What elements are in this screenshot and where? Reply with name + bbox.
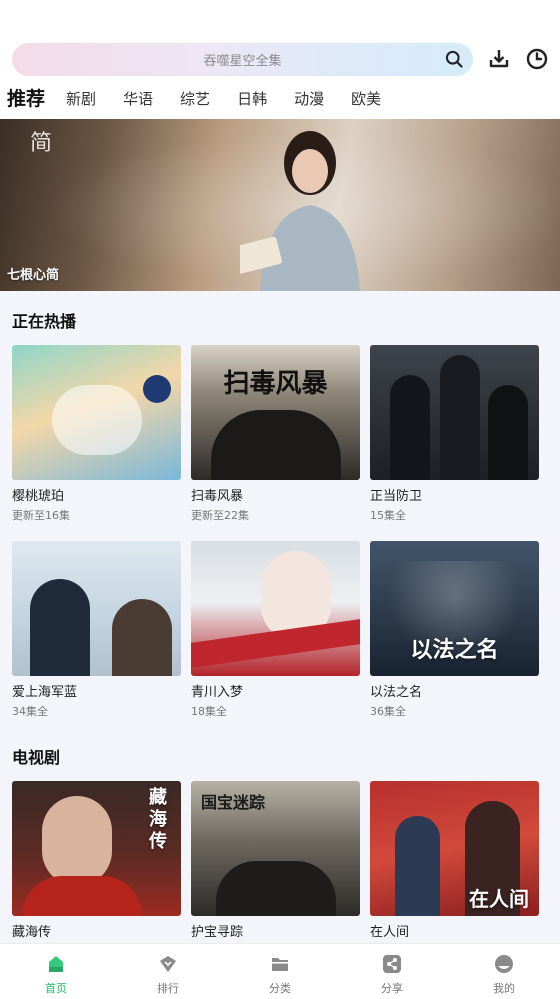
card-status: 36集全: [370, 705, 406, 718]
card-status: 18集全: [191, 705, 227, 718]
nav-label: 分类: [269, 982, 291, 995]
history-clock-icon: [526, 48, 548, 70]
tab-label: 欧美: [351, 89, 382, 108]
tab-label: 华语: [123, 89, 154, 108]
banner-watermark: 简: [30, 131, 53, 156]
tab-jp-kr[interactable]: 日韩: [237, 89, 267, 109]
nav-category[interactable]: 分类: [224, 944, 336, 999]
section-title-tv: 电视剧: [12, 748, 61, 767]
poster-title-text: 在人间: [469, 887, 529, 911]
card-title: 以法之名: [370, 685, 423, 700]
home-icon: [49, 956, 63, 972]
hero-banner[interactable]: 简 七根心简: [0, 119, 560, 291]
card-title: 爱上海军蓝: [12, 685, 78, 700]
video-card[interactable]: 国宝迷踪 护宝寻踪: [191, 781, 360, 941]
status-bar-area: [0, 0, 560, 40]
bottom-nav: 首页 排行 分类 分享 我的: [0, 943, 560, 999]
video-card[interactable]: 樱桃琥珀 更新至16集: [12, 345, 181, 541]
section-title-hot: 正在热播: [12, 312, 77, 331]
profile-icon: [495, 955, 513, 973]
poster-image: 藏海传: [12, 781, 181, 916]
poster-title-text: 藏海传: [149, 787, 167, 852]
category-folder-icon: [272, 958, 288, 971]
video-card[interactable]: 青川入梦 18集全: [191, 541, 360, 737]
nav-ranking[interactable]: 排行: [112, 944, 224, 999]
banner-caption: 七根心简: [7, 268, 60, 283]
video-card[interactable]: 爱上海军蓝 34集全: [12, 541, 181, 737]
nav-share[interactable]: 分享: [336, 944, 448, 999]
tab-recommend[interactable]: 推荐: [7, 87, 46, 127]
category-tabs: 推荐 新剧 华语 综艺 日韩 动漫 欧美: [0, 78, 560, 127]
card-title: 青川入梦: [191, 685, 244, 700]
ranking-icon: [160, 956, 176, 972]
nav-label: 分享: [381, 982, 403, 995]
card-status: 更新至22集: [191, 509, 249, 522]
top-bar: 吞噬星空全集: [0, 40, 560, 78]
video-card[interactable]: 以法之名 以法之名 36集全: [370, 541, 539, 737]
card-title: 樱桃琥珀: [12, 489, 65, 504]
video-card[interactable]: 藏海传 藏海传: [12, 781, 181, 941]
card-title: 正当防卫: [370, 489, 423, 504]
nav-label: 排行: [157, 982, 179, 995]
tab-label: 日韩: [237, 89, 268, 108]
tab-western[interactable]: 欧美: [351, 89, 381, 109]
poster-title-text: 以法之名: [410, 637, 499, 663]
poster-image: [191, 541, 360, 676]
history-button[interactable]: [525, 47, 549, 71]
poster-image: [12, 345, 181, 480]
poster-title-text: 扫毒风暴: [223, 369, 328, 399]
tab-variety[interactable]: 综艺: [180, 89, 210, 109]
tab-label: 新剧: [66, 89, 97, 108]
poster-title-text: 国宝迷踪: [201, 793, 266, 812]
tab-label: 综艺: [180, 89, 211, 108]
nav-profile[interactable]: 我的: [448, 944, 560, 999]
poster-image: 国宝迷踪: [191, 781, 360, 916]
poster-image: 在人间: [370, 781, 539, 916]
hot-grid: 樱桃琥珀 更新至16集 扫毒风暴 扫毒风暴 更新至22集 正当防卫 15集全 爱…: [12, 345, 541, 737]
download-icon: [489, 50, 509, 68]
card-title: 在人间: [370, 925, 410, 940]
poster-image: 以法之名: [370, 541, 539, 676]
tab-anime[interactable]: 动漫: [294, 89, 324, 109]
tab-label: 推荐: [7, 87, 46, 110]
card-status: 15集全: [370, 509, 406, 522]
tab-label: 动漫: [294, 89, 325, 108]
nav-label: 我的: [493, 982, 515, 995]
tab-chinese[interactable]: 华语: [123, 89, 153, 109]
poster-image: [370, 345, 539, 480]
video-card[interactable]: 在人间 在人间: [370, 781, 539, 941]
card-title: 护宝寻踪: [191, 925, 244, 940]
card-status: 更新至16集: [12, 509, 70, 522]
share-icon: [383, 955, 401, 973]
nav-label: 首页: [45, 982, 67, 995]
banner-actress-image: [240, 131, 360, 291]
nav-home[interactable]: 首页: [0, 944, 112, 999]
poster-image: 扫毒风暴: [191, 345, 360, 480]
search-input[interactable]: 吞噬星空全集: [12, 42, 473, 76]
tab-new[interactable]: 新剧: [66, 89, 96, 109]
card-status: 34集全: [12, 705, 48, 718]
video-card[interactable]: 正当防卫 15集全: [370, 345, 539, 541]
video-card[interactable]: 扫毒风暴 扫毒风暴 更新至22集: [191, 345, 360, 541]
card-title: 藏海传: [12, 925, 52, 940]
search-placeholder: 吞噬星空全集: [203, 53, 282, 69]
tv-grid: 藏海传 藏海传 国宝迷踪 护宝寻踪 在人间 在人间: [12, 781, 541, 941]
poster-image: [12, 541, 181, 676]
search-icon[interactable]: [444, 49, 464, 69]
card-title: 扫毒风暴: [191, 489, 244, 504]
download-button[interactable]: [487, 47, 511, 71]
